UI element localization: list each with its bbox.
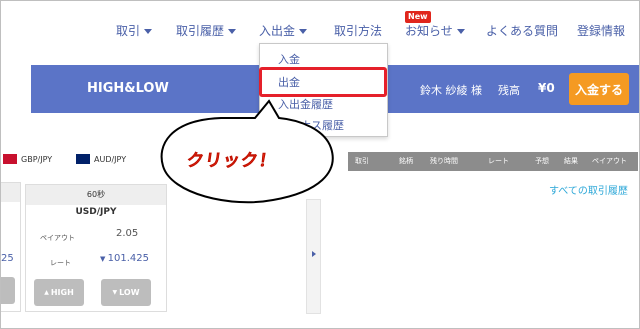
balance-label: 残高 [498,84,520,97]
pair-audjpy[interactable]: AUD/JPY [76,154,126,164]
pair-label: GBP/JPY [21,154,53,164]
withdraw-highlight-box [259,67,387,97]
payout-value: 2.05 [116,228,139,239]
up-triangle-icon: ▲ [44,289,49,296]
history-table-header: 取引 銘柄 残り時間 レート 予想 結果 ペイアウト [348,152,638,171]
dropdown-item-deposit[interactable]: 入金 [278,51,300,67]
chevron-down-icon [144,29,153,34]
user-name: 鈴木 紗綾 様 [420,84,482,97]
pair-label: AUD/JPY [94,154,127,164]
trade-panel-partial: 25 [1,182,21,312]
history-col-result: 結果 [564,157,578,165]
rate-value-row: ▼ 101.425 [100,253,149,264]
nav-how-to-trade[interactable]: 取引方法 [334,23,382,39]
new-badge: New [405,11,431,23]
rate-label: レート [50,259,71,267]
history-col-symbol: 銘柄 [399,157,413,165]
history-col-remaining: 残り時間 [430,157,458,165]
down-arrow-icon: ▼ [100,255,108,263]
header-left-box [1,65,31,113]
partial-button[interactable] [1,277,15,304]
panel-pair-label: USD/JPY [75,207,117,217]
nav-trade-label: 取引 [116,24,141,38]
history-col-payout: ペイアウト [592,157,627,165]
panel-header [1,183,20,202]
nav-account-info-label: 登録情報 [577,24,626,38]
balance-value: ¥0 [538,81,555,95]
low-button[interactable]: ▼ LOW [101,279,151,306]
chevron-down-icon [228,29,237,34]
nav-deposit-withdraw-label: 入出金 [259,24,296,38]
rate-value: 101.425 [107,253,149,264]
nav-trade-history[interactable]: 取引履歴 [176,23,237,39]
deposit-button[interactable]: 入金する [569,73,629,105]
nav-trade-history-label: 取引履歴 [176,24,225,38]
history-col-trade: 取引 [355,157,369,165]
chevron-down-icon [456,29,465,34]
nav-news[interactable]: お知らせ [405,23,465,39]
history-col-prediction: 予想 [535,157,549,165]
nav-news-label: お知らせ [405,24,453,38]
chevron-right-icon[interactable] [312,251,316,257]
nav-faq[interactable]: よくある質問 [486,23,558,39]
pair-gbpjpy[interactable]: GBP/JPY [3,154,52,164]
all-history-link[interactable]: すべての取引履歴 [549,182,628,197]
screenshot-frame: 取引 取引履歴 入出金 取引方法 New お知らせ よくある質問 登録情報 HI… [0,0,640,329]
chevron-down-icon [299,29,308,34]
nav-account-info[interactable]: 登録情報 [577,23,625,39]
nav-how-to-trade-label: 取引方法 [334,24,383,38]
down-triangle-icon: ▼ [112,289,118,296]
high-button[interactable]: ▲ HIGH [34,279,84,306]
trade-panel-usdjpy: 60秒 USD/JPY ペイアウト 2.05 レート ▼ 101.425 ▲ HI… [25,184,167,312]
duration-label: 60秒 [26,185,166,205]
click-annotation-text: クリック！ [185,151,279,172]
high-button-label: HIGH [50,288,74,297]
australia-flag-icon [76,154,90,164]
partial-rate-value: 25 [1,253,14,264]
payout-label: ペイアウト [40,234,75,242]
brand-title: HIGH&LOW [87,81,169,96]
nav-trade[interactable]: 取引 [116,23,153,39]
history-col-rate: レート [488,157,509,165]
nav-deposit-withdraw[interactable]: 入出金 [259,23,308,39]
low-button-label: LOW [119,288,140,297]
nav-faq-label: よくある質問 [486,24,559,38]
uk-flag-icon [3,154,17,164]
